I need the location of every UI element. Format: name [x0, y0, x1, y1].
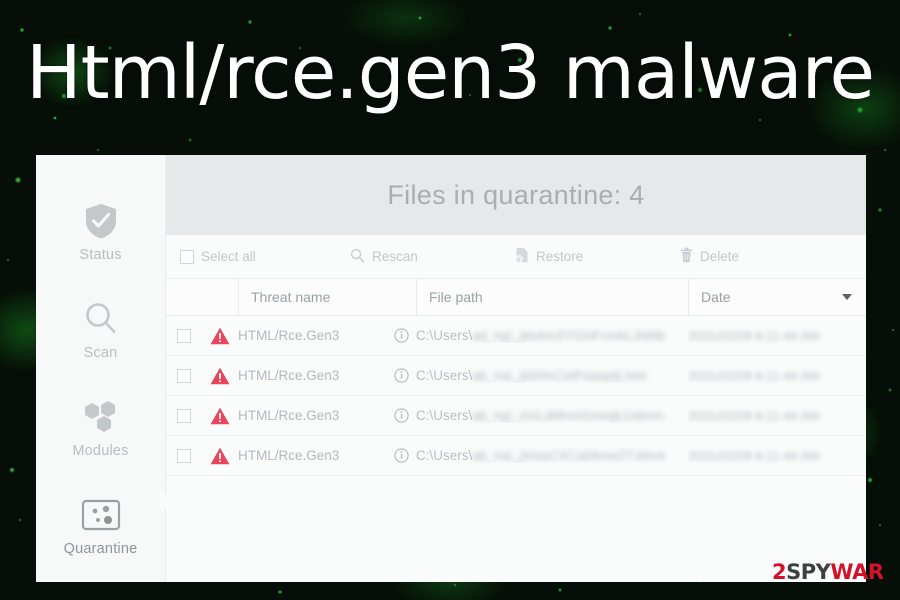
column-header-date[interactable]: Date — [688, 279, 866, 315]
table-row[interactable]: HTML/Rce.Gen3 C:\Users\ ab_hgi_mxLdMhmGn… — [166, 396, 866, 436]
column-header-blank — [166, 279, 238, 315]
date-redacted: 2021/02/09 8:11:44 AM — [688, 408, 820, 423]
info-circle-icon — [393, 328, 409, 343]
hexagons-icon — [82, 397, 120, 437]
column-header-threat-name[interactable]: Threat name — [238, 279, 416, 315]
quarantine-toolbar: Select all Rescan Restore Delete — [166, 235, 866, 279]
info-circle-icon — [393, 368, 409, 383]
info-cell[interactable] — [386, 408, 416, 423]
file-path-prefix: C:\Users\ — [416, 448, 473, 463]
table-row[interactable]: HTML/Rce.Gen3 C:\Users\ ab_hai_jiHxaCXCa… — [166, 436, 866, 476]
file-path-prefix: C:\Users\ — [416, 408, 473, 423]
page-title: Html/rce.gen3 malware — [26, 30, 875, 116]
row-checkbox-cell[interactable] — [166, 368, 202, 383]
sidebar-item-scan[interactable]: Scan — [36, 281, 165, 379]
table-row[interactable]: HTML/Rce.Gen3 C:\Users\ ab_hai_jbDfmCidP… — [166, 356, 866, 396]
quarantine-count-title: Files in quarantine: 4 — [387, 179, 645, 210]
quarantine-table: Threat name File path Date HTML/Rce.Gen3… — [166, 279, 866, 582]
quarantine-box-icon — [81, 495, 121, 535]
restore-file-icon — [515, 247, 529, 266]
threat-name: HTML/Rce.Gen3 — [238, 328, 340, 343]
watermark-part-3: WAR — [830, 560, 884, 584]
threat-warning-cell — [202, 327, 238, 345]
watermark-part-1: 2 — [772, 560, 787, 584]
rescan-label: Rescan — [372, 249, 418, 264]
threat-warning-cell — [202, 367, 238, 385]
column-header-date-label: Date — [701, 289, 731, 305]
date-cell: 2021/02/09 8:11:44 AM — [688, 409, 866, 423]
sidebar-item-modules[interactable]: Modules — [36, 379, 165, 477]
column-header-file-path[interactable]: File path — [416, 279, 688, 315]
date-redacted: 2021/02/09 8:11:44 AM — [688, 328, 820, 343]
sidebar-item-label: Status — [79, 247, 122, 263]
file-path-prefix: C:\Users\ — [416, 368, 473, 383]
restore-label: Restore — [536, 249, 584, 264]
table-column-header: Threat name File path Date — [166, 279, 866, 316]
sidebar-item-label: Modules — [72, 443, 129, 459]
file-path-prefix: C:\Users\ — [416, 328, 473, 343]
threat-warning-cell — [202, 407, 238, 425]
file-path-cell: C:\Users\ ab_hai_jiHxaCXCaDbnwZTJdnm — [416, 448, 688, 463]
row-checkbox[interactable] — [177, 448, 191, 463]
site-watermark: 2SPYWAR — [772, 562, 884, 583]
date-cell: 2021/02/09 8:11:44 AM — [688, 369, 866, 383]
date-cell: 2021/02/09 8:11:44 AM — [688, 329, 866, 343]
file-path-redacted: ab_hai_jbDfmCidPvjaajdj.htm — [472, 368, 648, 383]
threat-name: HTML/Rce.Gen3 — [238, 368, 340, 383]
row-checkbox-cell[interactable] — [166, 408, 202, 423]
sidebar-item-label: Quarantine — [63, 541, 138, 557]
warning-triangle-icon — [210, 407, 230, 424]
row-checkbox[interactable] — [177, 368, 191, 383]
trash-icon — [680, 247, 693, 266]
antivirus-app-window: Status Scan Modules Quarantine Files in … — [36, 155, 866, 582]
rescan-magnifier-icon — [350, 248, 365, 266]
file-path-redacted: ab_hai_jiHxaCXCaDbnwZTJdnm — [472, 448, 667, 463]
main-content: Files in quarantine: 4 Select all Rescan — [166, 155, 866, 582]
file-path-redacted: ab_hgi_mxLdMhmGnwqkJJdmm — [472, 408, 664, 423]
file-path-cell: C:\Users\ ad_hgi_jkbAmXYGHFcmkLJNNb — [416, 328, 688, 343]
info-cell[interactable] — [386, 328, 416, 343]
row-checkbox-cell[interactable] — [166, 448, 202, 463]
chevron-down-icon[interactable] — [842, 294, 852, 300]
magnifier-icon — [83, 299, 119, 339]
shield-check-icon — [84, 201, 118, 241]
sidebar-item-quarantine[interactable]: Quarantine — [36, 477, 165, 575]
file-path-redacted: ad_hgi_jkbAmXYGHFcmkLJNNb — [472, 328, 666, 343]
warning-triangle-icon — [210, 327, 230, 344]
date-redacted: 2021/02/09 8:11:44 AM — [688, 368, 820, 383]
info-cell[interactable] — [386, 448, 416, 463]
sidebar-item-status[interactable]: Status — [36, 183, 165, 281]
delete-button[interactable]: Delete — [680, 247, 800, 266]
threat-name: HTML/Rce.Gen3 — [238, 408, 340, 423]
row-checkbox[interactable] — [177, 408, 191, 423]
info-cell[interactable] — [386, 368, 416, 383]
select-all-control[interactable]: Select all — [180, 249, 350, 264]
delete-label: Delete — [700, 249, 740, 264]
warning-triangle-icon — [210, 367, 230, 384]
warning-triangle-icon — [210, 447, 230, 464]
restore-button[interactable]: Restore — [515, 247, 680, 266]
date-cell: 2021/02/09 8:11:44 AM — [688, 449, 866, 463]
info-circle-icon — [393, 448, 409, 463]
file-path-cell: C:\Users\ ab_hai_jbDfmCidPvjaajdj.htm — [416, 368, 688, 383]
row-checkbox-cell[interactable] — [166, 328, 202, 343]
panel-header: Files in quarantine: 4 — [166, 155, 866, 235]
select-all-checkbox[interactable] — [180, 249, 194, 264]
info-circle-icon — [393, 408, 409, 423]
sidebar-item-label: Scan — [83, 345, 118, 361]
table-row[interactable]: HTML/Rce.Gen3 C:\Users\ ad_hgi_jkbAmXYGH… — [166, 316, 866, 356]
threat-name: HTML/Rce.Gen3 — [238, 448, 340, 463]
threat-warning-cell — [202, 447, 238, 465]
file-path-cell: C:\Users\ ab_hgi_mxLdMhmGnwqkJJdmm — [416, 408, 688, 423]
rescan-button[interactable]: Rescan — [350, 248, 515, 266]
select-all-label: Select all — [201, 249, 256, 264]
sidebar: Status Scan Modules Quarantine — [36, 155, 172, 582]
watermark-part-2: SPY — [786, 560, 831, 584]
date-redacted: 2021/02/09 8:11:44 AM — [688, 448, 820, 463]
row-checkbox[interactable] — [177, 328, 191, 343]
